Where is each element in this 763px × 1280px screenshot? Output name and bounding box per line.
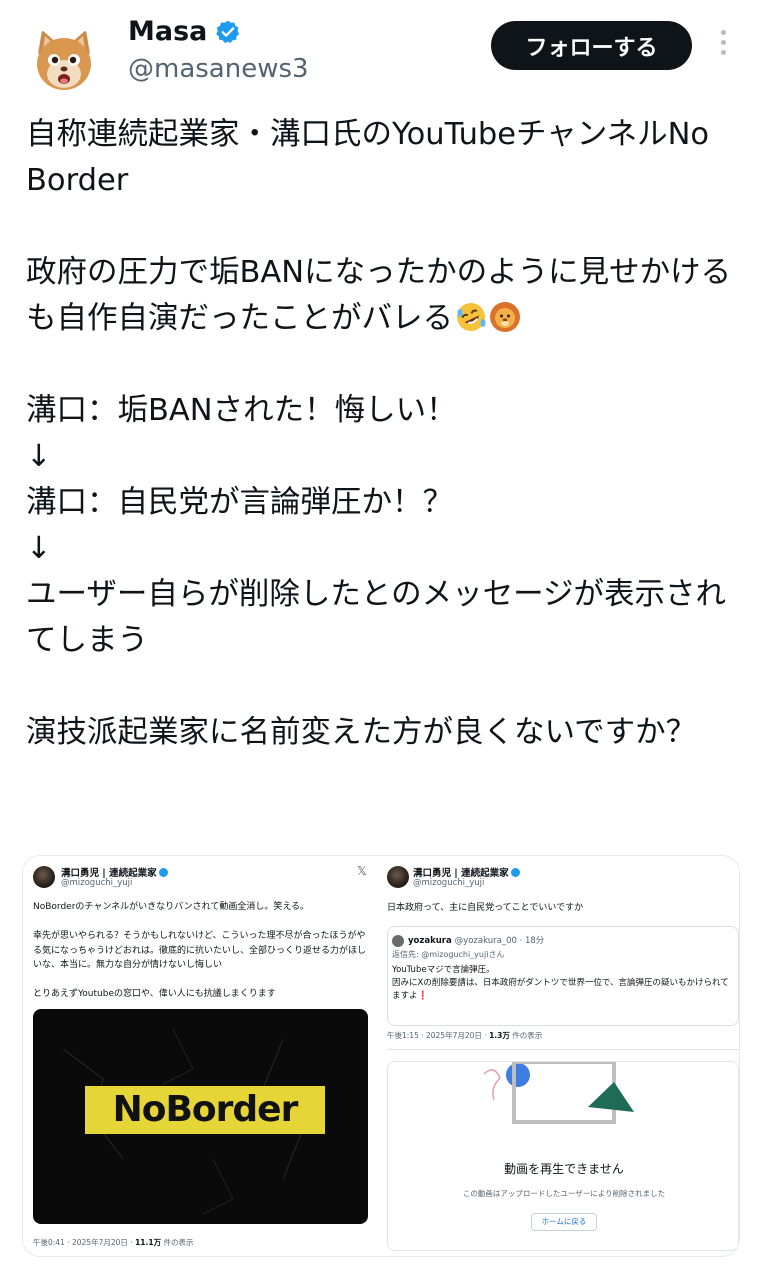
verified-badge-icon: [216, 20, 240, 43]
author-avatar[interactable]: [28, 24, 100, 96]
quote-avatar: [392, 935, 404, 947]
quote-handle: @yozakura_00 · 18分: [454, 936, 545, 946]
rolling-on-floor-laughing-emoji: [457, 303, 486, 331]
tweet-header: Masa @masanews3 フォローする: [0, 0, 763, 105]
more-options-icon[interactable]: [716, 30, 730, 62]
author-display-name[interactable]: Masa: [128, 16, 207, 47]
author-handle[interactable]: @masanews3: [128, 54, 309, 84]
mini-meta-suffix-right: 件の表示: [509, 1031, 543, 1040]
mini-meta-views-left: 11.1万: [135, 1238, 162, 1247]
mini-text-right: 日本政府って、主に自民党ってことでいいですか: [387, 903, 584, 913]
lion-face-emoji: [490, 302, 520, 332]
mini-text-left: NoBorderのチャンネルがいきなりバンされて動画全消し。笑える。 幸先が思い…: [33, 902, 367, 999]
mini-verified-icon: [158, 868, 168, 877]
screenshot-left[interactable]: 溝口勇児 | 連続起業家 @mizoguchi_yuji 𝕏 NoBorderの…: [23, 856, 379, 1256]
quote-name: yozakura: [408, 936, 452, 946]
mini-handle-right: @mizoguchi_yuji: [413, 878, 485, 888]
mini-x-logo-icon: 𝕏: [357, 864, 367, 878]
unavailable-subtitle: この動画はアップロードしたユーザーにより削除されました: [462, 1189, 666, 1198]
quoted-tweet[interactable]: yozakura @yozakura_00 · 18分 返信先: @mizogu…: [387, 926, 739, 1026]
video-unavailable-illustration-icon: [483, 1062, 634, 1124]
mini-meta-suffix-left: 件の表示: [161, 1238, 194, 1247]
mini-avatar-left: [33, 866, 55, 888]
noborder-video-thumbnail[interactable]: NoBorder: [33, 1009, 368, 1224]
divider: [387, 1049, 739, 1050]
screenshot-right[interactable]: 溝口勇児 | 連続起業家 @mizoguchi_yuji 日本政府って、主に自民…: [383, 856, 739, 1256]
tweet-text: 自称連続起業家・溝口氏のYouTubeチャンネルNo Border 政府の圧力で…: [26, 112, 746, 756]
noborder-logo: NoBorder: [112, 1089, 299, 1130]
tweet-text-part-2: 溝口：垢BANされた！悔しい！ ↓ 溝口：自民党が言論弾圧か！？ ↓ ユーザー自…: [26, 393, 726, 750]
quote-text: YouTubeマジで言論弾圧。 因みにXの削除要請は、日本政府がダントツで世界一…: [392, 965, 729, 1001]
quote-reply-to: 返信先: @mizoguchi_yujiさん: [392, 950, 505, 959]
mini-meta-time-right: 午後1:15 · 2025年7月20日 ·: [387, 1031, 490, 1040]
home-button[interactable]: ホームに戻る: [531, 1213, 597, 1231]
mini-meta-time-left: 午後0:41 · 2025年7月20日 ·: [33, 1238, 136, 1247]
tweet-text-part-1: 自称連続起業家・溝口氏のYouTubeチャンネルNo Border 政府の圧力で…: [26, 117, 732, 336]
follow-button[interactable]: フォローする: [491, 21, 692, 70]
mini-verified-icon-right: [510, 868, 520, 877]
mini-avatar-right: [387, 866, 409, 888]
video-unavailable-panel: 動画を再生できません この動画はアップロードしたユーザーにより削除されました ホ…: [387, 1061, 739, 1251]
cat-avatar-icon: [28, 24, 100, 96]
mini-handle-left: @mizoguchi_yuji: [61, 878, 133, 888]
unavailable-title: 動画を再生できません: [504, 1162, 624, 1176]
mini-meta-views-right: 1.3万: [489, 1031, 510, 1040]
attached-images[interactable]: 溝口勇児 | 連続起業家 @mizoguchi_yuji 𝕏 NoBorderの…: [22, 855, 740, 1257]
